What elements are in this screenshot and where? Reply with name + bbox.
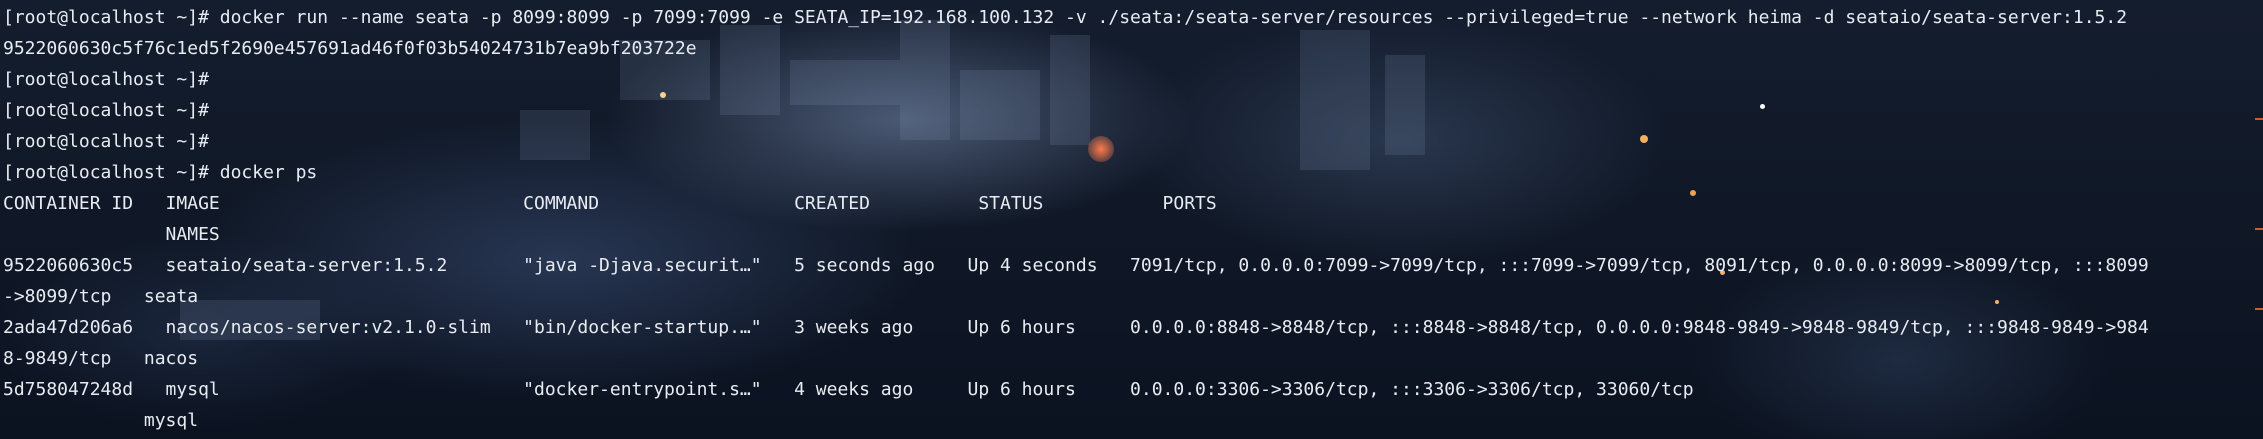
docker-ps-row-seata-wrap: ->8099/tcp seata [3,286,199,307]
terminal-line-container-id: 9522060630c5f76c1ed5f2690e457691ad46f0f0… [3,38,697,59]
docker-ps-row-seata: 9522060630c5 seataio/seata-server:1.5.2 … [3,255,2149,276]
terminal-line-prompt: [root@localhost ~]# [3,100,209,121]
terminal-window[interactable]: [root@localhost ~]# docker run --name se… [0,0,2263,439]
docker-ps-header-names: NAMES [3,224,220,245]
docker-ps-row-mysql-wrap: mysql [3,410,199,431]
docker-ps-header: CONTAINER ID IMAGE COMMAND CREATED STATU… [3,193,1217,214]
terminal-line-docker-ps-command: [root@localhost ~]# docker ps [3,162,318,183]
docker-ps-row-mysql: 5d758047248d mysql "docker-entrypoint.s…… [3,379,1694,400]
terminal-line-prompt: [root@localhost ~]# [3,69,209,90]
docker-ps-row-nacos-wrap: 8-9849/tcp nacos [3,348,199,369]
docker-ps-row-nacos: 2ada47d206a6 nacos/nacos-server:v2.1.0-s… [3,317,2149,338]
terminal-line-docker-run-command: [root@localhost ~]# docker run --name se… [3,7,2128,28]
terminal-line-prompt: [root@localhost ~]# [3,131,209,152]
